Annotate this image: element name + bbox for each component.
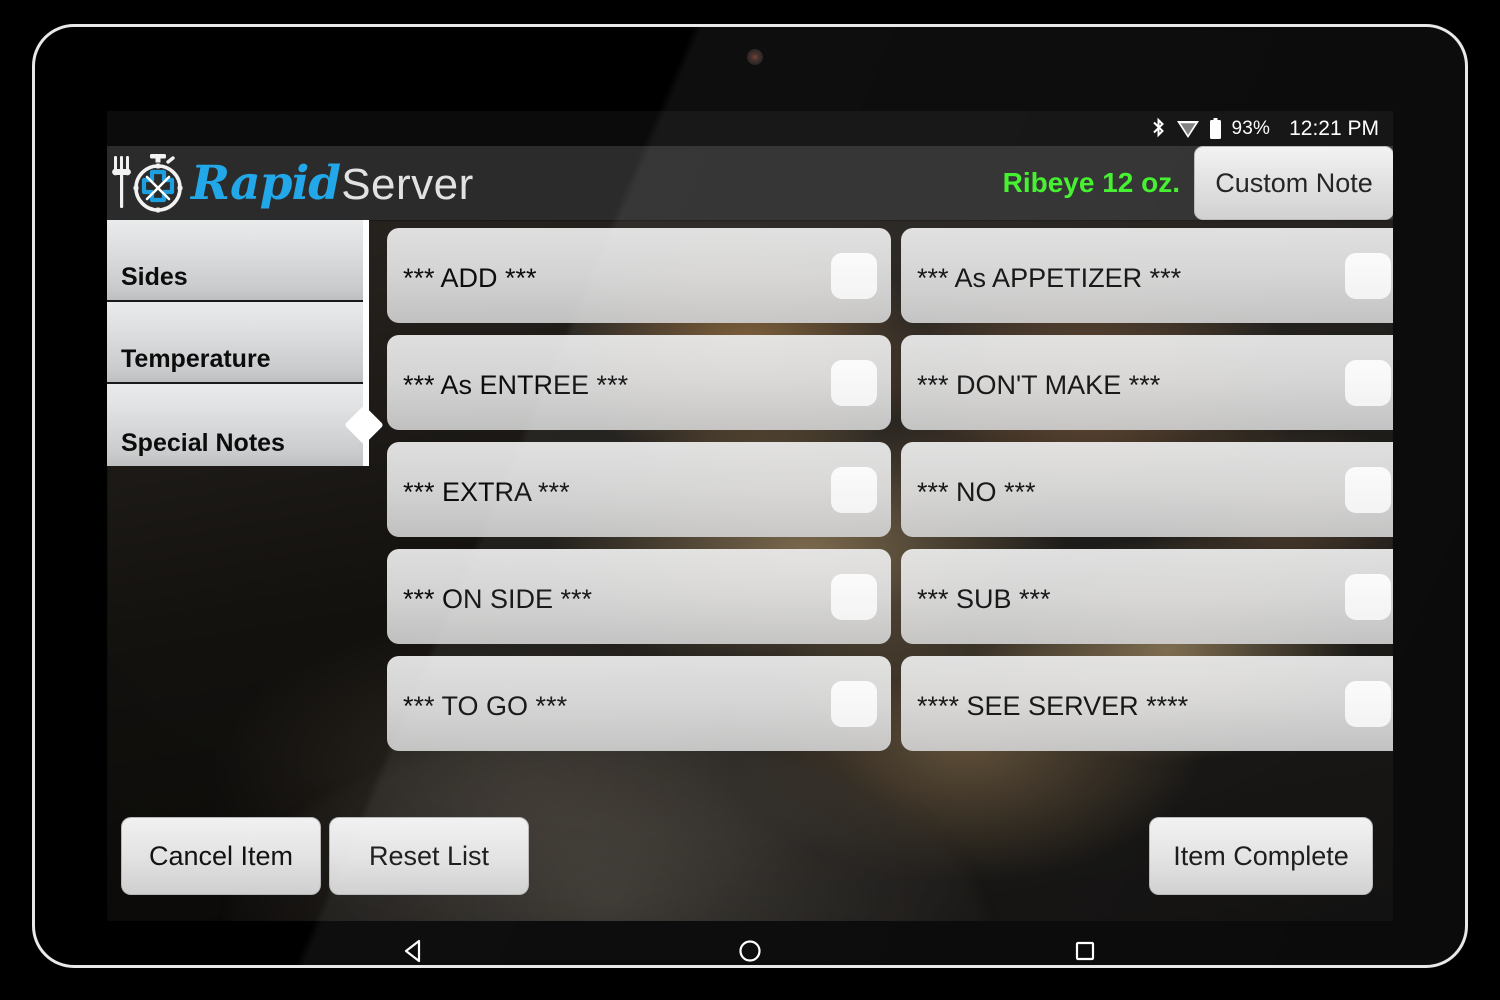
header-right-group: Ribeye 12 oz. Custom Note (1003, 146, 1393, 220)
app-body: Sides Temperature Special Notes *** ADD … (107, 220, 1393, 921)
option-row[interactable]: *** DON'T MAKE *** (901, 335, 1393, 430)
special-notes-option-grid: *** ADD *** *** As APPETIZER *** *** As … (387, 228, 1393, 751)
category-sidebar: Sides Temperature Special Notes (107, 220, 384, 466)
sidebar-item-temperature[interactable]: Temperature (107, 302, 369, 384)
item-complete-button[interactable]: Item Complete (1149, 817, 1373, 895)
camera-icon (747, 49, 763, 65)
option-label: *** ADD *** (403, 263, 537, 293)
option-checkbox[interactable] (831, 573, 877, 620)
stopwatch-fork-knife-icon (112, 154, 183, 213)
home-circle-icon[interactable] (720, 927, 780, 965)
clock-label: 12:21 PM (1289, 116, 1379, 140)
option-label: *** As APPETIZER *** (917, 263, 1182, 293)
option-checkbox[interactable] (1345, 466, 1391, 513)
option-row[interactable]: *** EXTRA *** (387, 442, 891, 537)
recents-square-icon[interactable] (1055, 927, 1115, 965)
logo-secondary-label: Server (341, 159, 474, 209)
screenshot-root: 93% 12:21 PM Rapid Server Ribeye 12 oz. … (0, 0, 1500, 1000)
option-row[interactable]: *** ON SIDE *** (387, 549, 891, 644)
option-checkbox[interactable] (831, 466, 877, 513)
option-row[interactable]: *** As ENTREE *** (387, 335, 891, 430)
app-logo: Rapid Server (107, 146, 474, 220)
status-icon-group: 93% 12:21 PM (1150, 117, 1379, 141)
custom-note-button[interactable]: Custom Note (1194, 146, 1393, 220)
battery-percent-label: 93% (1231, 117, 1271, 139)
reset-list-button[interactable]: Reset List (329, 817, 529, 895)
option-label: *** SUB *** (917, 584, 1051, 614)
android-status-bar: 93% 12:21 PM (107, 111, 1393, 146)
option-label: *** TO GO *** (403, 691, 568, 721)
option-checkbox[interactable] (1345, 573, 1391, 620)
sidebar-item-label: Temperature (121, 345, 271, 373)
app-header: Rapid Server Ribeye 12 oz. Custom Note (107, 146, 1393, 220)
sidebar-item-label: Sides (121, 263, 188, 291)
option-label: *** EXTRA *** (403, 477, 570, 507)
current-item-label: Ribeye 12 oz. (1002, 167, 1180, 198)
option-checkbox[interactable] (1345, 359, 1391, 406)
sidebar-item-special-notes[interactable]: Special Notes (107, 384, 384, 466)
android-navigation-bar (107, 921, 1393, 965)
option-label: *** NO *** (917, 477, 1036, 507)
app-logo-text: Rapid Server (191, 156, 474, 211)
option-row[interactable]: *** TO GO *** (387, 656, 891, 751)
tablet-frame: 93% 12:21 PM Rapid Server Ribeye 12 oz. … (32, 24, 1468, 968)
option-row[interactable]: **** SEE SERVER **** (901, 656, 1393, 751)
option-checkbox[interactable] (831, 359, 877, 406)
cancel-item-button[interactable]: Cancel Item (121, 817, 321, 895)
option-row[interactable]: *** SUB *** (901, 549, 1393, 644)
option-label: *** ON SIDE *** (403, 584, 593, 614)
option-label: **** SEE SERVER **** (917, 691, 1189, 721)
option-row[interactable]: *** ADD *** (387, 228, 891, 323)
back-triangle-icon[interactable] (385, 927, 445, 965)
option-checkbox[interactable] (1345, 252, 1391, 299)
wifi-icon (1176, 118, 1200, 139)
option-row[interactable]: *** NO *** (901, 442, 1393, 537)
logo-primary-label: Rapid (191, 155, 341, 211)
option-row[interactable]: *** As APPETIZER *** (901, 228, 1393, 323)
action-bar: Cancel Item Reset List Item Complete (107, 805, 1393, 921)
option-label: *** As ENTREE *** (403, 370, 629, 400)
bluetooth-icon (1150, 117, 1167, 140)
option-checkbox[interactable] (1345, 680, 1391, 727)
option-checkbox[interactable] (831, 680, 877, 727)
sidebar-item-label: Special Notes (121, 429, 285, 457)
option-checkbox[interactable] (831, 252, 877, 299)
sidebar-item-sides[interactable]: Sides (107, 220, 369, 302)
tablet-screen: 93% 12:21 PM Rapid Server Ribeye 12 oz. … (107, 111, 1393, 921)
option-label: *** DON'T MAKE *** (917, 370, 1161, 400)
battery-icon (1209, 117, 1222, 140)
